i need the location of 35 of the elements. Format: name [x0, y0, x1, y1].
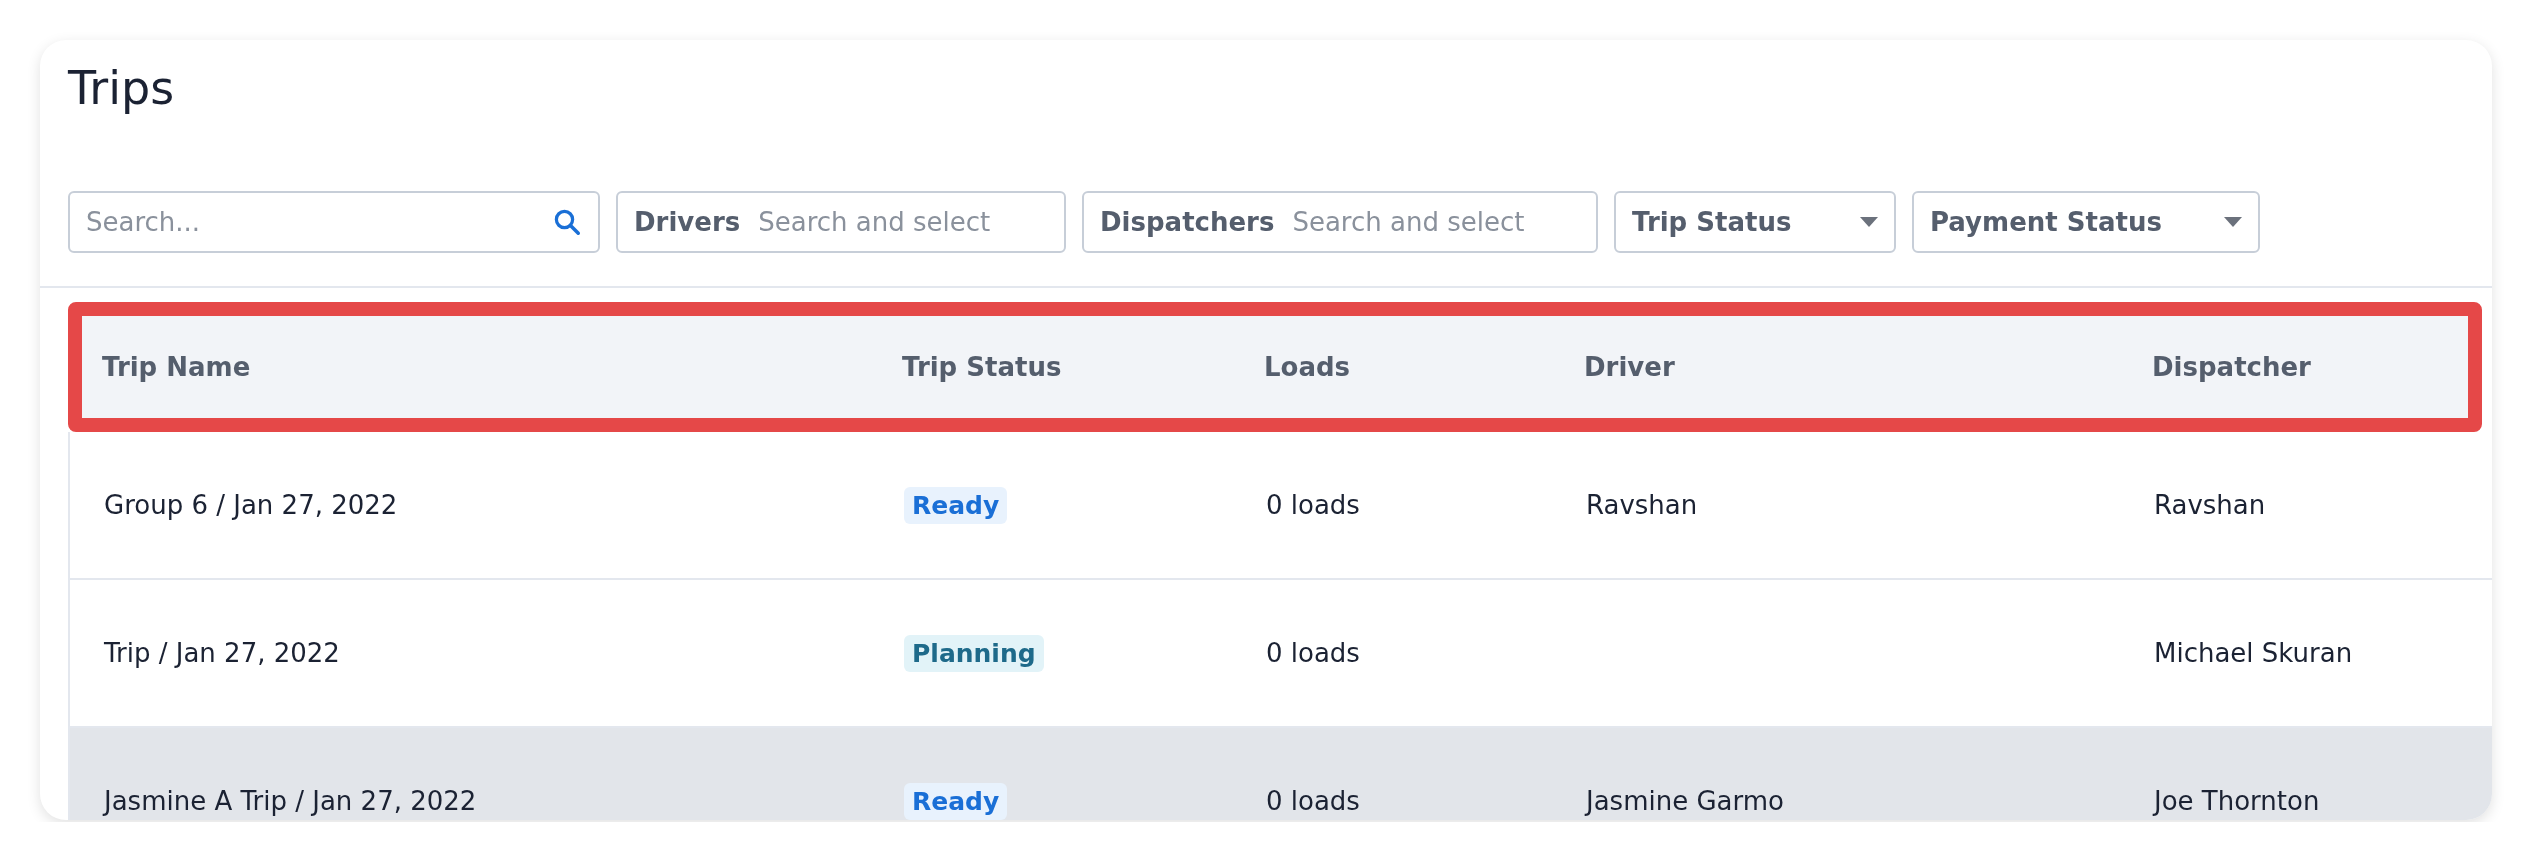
table-cell-text: 0 loads [1266, 490, 1361, 520]
dropdown[interactable]: Payment Status [1912, 191, 2260, 253]
field-placeholder: Search and select [1292, 207, 1525, 237]
table-cell-text: Group 6 / Jan 27, 2022 [104, 490, 399, 520]
dropdown[interactable]: Trip Status [1614, 191, 1896, 253]
table-cell-text: Ravshan [2154, 490, 2267, 520]
field-placeholder: Search and select [758, 207, 991, 237]
column-header[interactable]: Dispatcher [2152, 352, 2468, 382]
caret-icon [2224, 217, 2242, 227]
caret-icon [1860, 217, 1878, 227]
column-header[interactable]: Driver [1584, 352, 2152, 382]
status-badge: Ready [904, 782, 1008, 820]
table-cell-text: Joe Thornton [2154, 786, 2321, 816]
column-header[interactable]: Trip Name [102, 352, 902, 382]
table-row[interactable]: Group 6 / Jan 27, 2022 Ready 0 loads Ravshan Ravshan [68, 432, 2492, 580]
field-label: Drivers [634, 207, 741, 237]
status-badge: Ready [904, 486, 1008, 524]
search-field[interactable]: Search... [68, 191, 600, 253]
table-cell-text: Ravshan [1586, 490, 1699, 520]
search-icon [552, 207, 582, 237]
table-cell-text: Michael Skuran [2154, 638, 2354, 668]
table-cell-text: Jasmine A Trip / Jan 27, 2022 [104, 786, 478, 816]
column-header[interactable]: Trip Status [902, 352, 1264, 382]
table-cell-text: Trip / Jan 27, 2022 [104, 638, 341, 668]
status-badge: Planning [904, 634, 1044, 672]
table-row[interactable]: Trip / Jan 27, 2022 Planning 0 loads Michael Skuran [68, 580, 2492, 728]
column-header[interactable]: Loads [1264, 352, 1584, 382]
select-field[interactable]: Dispatchers Search and select [1082, 191, 1598, 253]
table-cell-text: 0 loads [1266, 638, 1361, 668]
table-cell-text: Jasmine Garmo [1586, 786, 1785, 816]
page-title: Trips [68, 60, 176, 117]
field-label: Dispatchers [1100, 207, 1275, 237]
table-cell-text: 0 loads [1266, 786, 1361, 816]
select-field[interactable]: Drivers Search and select [616, 191, 1066, 253]
table-row[interactable]: Jasmine A Trip / Jan 27, 2022 Ready 0 loads Jasmine Garmo Joe Thornton [68, 728, 2492, 820]
